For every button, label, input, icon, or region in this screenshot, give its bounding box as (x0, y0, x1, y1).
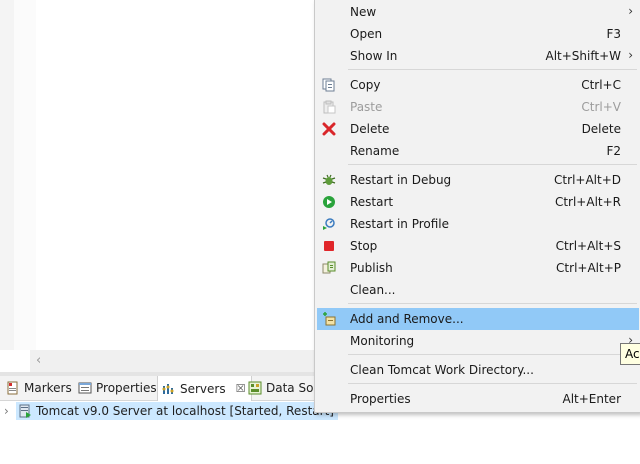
chevron-right-icon[interactable]: › (4, 404, 16, 418)
menu-item-clean[interactable]: Clean... (317, 279, 639, 301)
add-remove-icon (322, 312, 336, 326)
chevron-right-icon: › (628, 4, 633, 18)
shortcut-text: Alt+Enter (562, 392, 621, 406)
tooltip: Ac (620, 343, 640, 365)
shortcut-text: Delete (581, 122, 621, 136)
menu-item-paste[interactable]: Paste Ctrl+V (317, 96, 639, 118)
shortcut-text: Ctrl+Alt+S (555, 239, 621, 253)
tab-label: Data Sou (266, 381, 322, 395)
shortcut-text: Ctrl+Alt+D (554, 173, 621, 187)
menu-item-open[interactable]: Open F3 (317, 23, 639, 45)
horizontal-scrollbar[interactable]: ‹ (30, 350, 320, 372)
editor-ruler (14, 0, 36, 350)
menu-item-restart[interactable]: Restart Ctrl+Alt+R (317, 191, 639, 213)
menu-item-monitoring[interactable]: Monitoring › (317, 330, 639, 352)
properties-icon (78, 381, 92, 395)
chevron-right-icon: › (628, 48, 633, 62)
server-label: Tomcat v9.0 Server at localhost [Started… (36, 404, 334, 418)
menu-separator (348, 69, 637, 70)
shortcut-text: Ctrl+C (581, 78, 621, 92)
tab-markers[interactable]: Markers (2, 376, 78, 400)
shortcut-text: Ctrl+Alt+R (554, 195, 621, 209)
menu-separator (348, 164, 637, 165)
menu-item-add-and-remove[interactable]: Add and Remove... (317, 308, 639, 330)
menu-item-rename[interactable]: Rename F2 (317, 140, 639, 162)
context-menu: New › Open F3 Show In Alt+Shift+W › Copy… (314, 0, 640, 413)
shortcut-text: Ctrl+Alt+P (556, 261, 621, 275)
restart-icon (322, 195, 336, 209)
menu-item-restart-in-debug[interactable]: Restart in Debug Ctrl+Alt+D (317, 169, 639, 191)
shortcut-text: F3 (606, 27, 621, 41)
data-source-icon (248, 381, 262, 395)
menu-item-new[interactable]: New › (317, 1, 639, 23)
servers-icon (162, 382, 176, 396)
delete-icon (322, 122, 336, 136)
menu-separator (348, 303, 637, 304)
tab-servers[interactable]: Servers ☒ (157, 376, 253, 401)
shortcut-text: Alt+Shift+W (545, 49, 622, 63)
tree-row[interactable]: › Tomcat v9.0 Server at localhost [Start… (4, 401, 338, 421)
profile-icon (322, 217, 336, 231)
menu-item-stop[interactable]: Stop Ctrl+Alt+S (317, 235, 639, 257)
server-icon (18, 404, 32, 418)
tab-label: Properties (96, 381, 157, 395)
publish-icon (322, 261, 336, 275)
menu-item-restart-in-profile[interactable]: Restart in Profile (317, 213, 639, 235)
menu-separator (348, 354, 637, 355)
menu-item-publish[interactable]: Publish Ctrl+Alt+P (317, 257, 639, 279)
menu-item-properties[interactable]: Properties Alt+Enter (317, 388, 639, 410)
server-entry[interactable]: Tomcat v9.0 Server at localhost [Started… (16, 402, 338, 420)
tab-label: Markers (24, 381, 72, 395)
stop-icon (322, 239, 336, 253)
menu-item-clean-tomcat-work-directory[interactable]: Clean Tomcat Work Directory... (317, 359, 639, 381)
menu-item-copy[interactable]: Copy Ctrl+C (317, 74, 639, 96)
tab-label: Servers (180, 381, 226, 396)
paste-icon (322, 100, 336, 114)
editor-gutter (0, 0, 14, 350)
scroll-left-icon[interactable]: ‹ (36, 353, 41, 368)
debug-icon (322, 173, 336, 187)
tooltip-text: Ac (625, 347, 640, 361)
shortcut-text: F2 (606, 144, 621, 158)
menu-item-delete[interactable]: Delete Delete (317, 118, 639, 140)
menu-item-show-in[interactable]: Show In Alt+Shift+W › (317, 45, 639, 67)
copy-icon (322, 78, 336, 92)
shortcut-text: Ctrl+V (581, 100, 621, 114)
tab-properties[interactable]: Properties (74, 376, 163, 400)
markers-icon (6, 381, 20, 395)
menu-separator (348, 383, 637, 384)
